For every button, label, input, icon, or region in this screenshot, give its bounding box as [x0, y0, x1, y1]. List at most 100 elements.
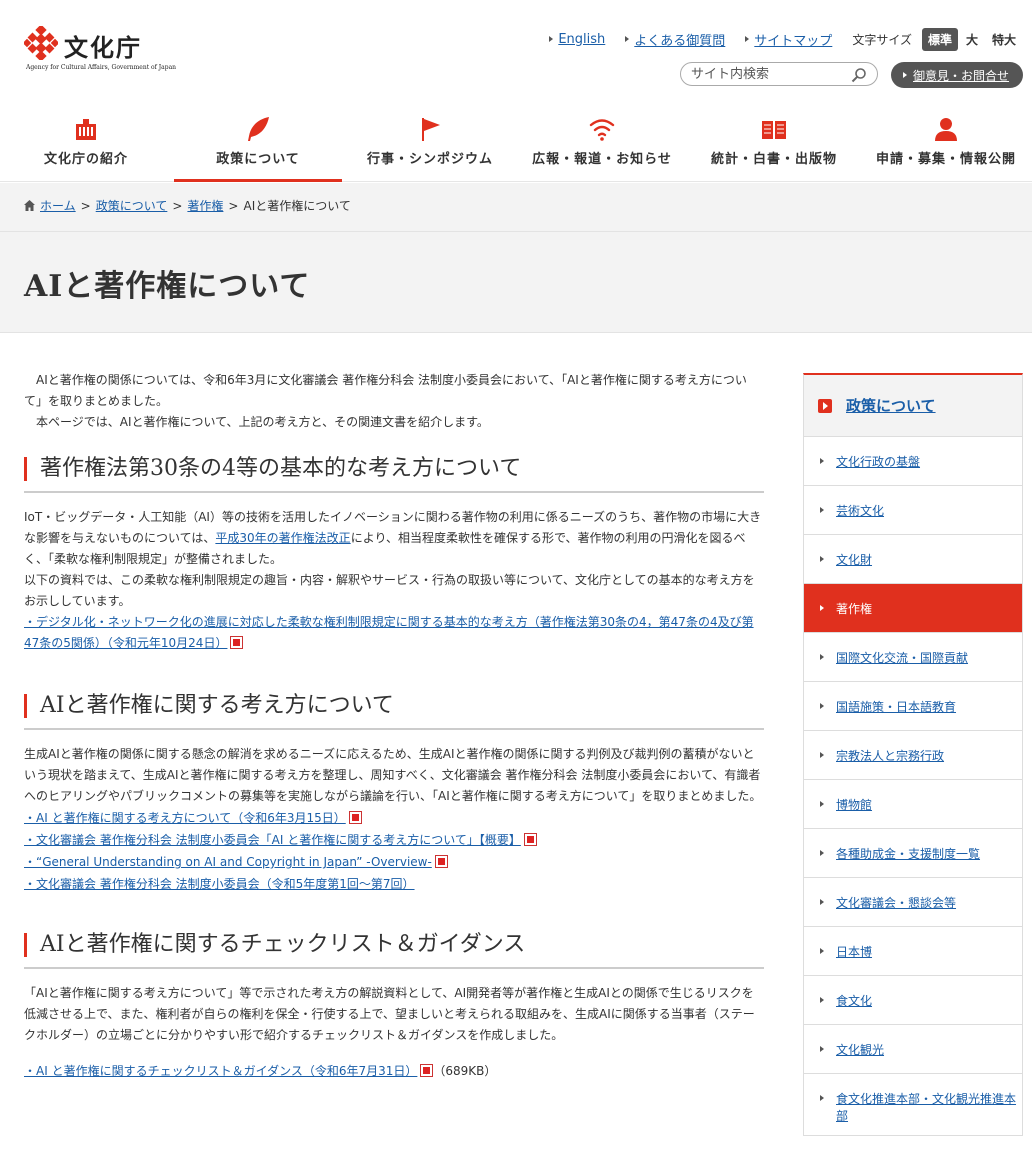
breadcrumb-home[interactable]: ホーム: [40, 197, 76, 214]
triangle-icon: [820, 458, 824, 464]
document-link[interactable]: ・文化審議会 著作権分科会 法制度小委員会（令和5年度第1回～第7回）: [24, 877, 415, 891]
sidebar-link[interactable]: 芸術文化: [836, 502, 884, 519]
sidebar: 政策について 文化行政の基盤 芸術文化 文化財 著作権 国際文化交流・国際貢献 …: [803, 373, 1023, 1136]
section-paragraph: 以下の資料では、この柔軟な権利制限規定の趣旨・内容・解釈やサービス・行為の取扱い…: [24, 573, 755, 608]
site-logo[interactable]: 文化庁 Agency for Cultural Affairs, Governm…: [24, 26, 177, 76]
document-link[interactable]: ・“General Understanding on AI and Copyri…: [24, 855, 432, 869]
pdf-icon: [348, 811, 362, 824]
page-header: ホーム > 政策について > 著作権 > AIと著作権について AIと著作権につ…: [0, 183, 1032, 333]
sidebar-link[interactable]: 食文化推進本部・文化観光推進本部: [836, 1090, 1022, 1124]
document-link[interactable]: ・デジタル化・ネットワーク化の進展に対応した柔軟な権利制限規定に関する基本的な考…: [24, 615, 754, 650]
sidebar-item[interactable]: 日本博: [804, 927, 1022, 976]
document-link[interactable]: ・文化審議会 著作権分科会 法制度小委員会「AI と著作権に関する考え方について…: [24, 833, 521, 847]
logo-mark-icon: [24, 26, 58, 60]
home-icon: [24, 200, 35, 211]
english-link[interactable]: English: [558, 32, 605, 47]
intro-paragraph: 本ページでは、AIと著作権について、上記の考え方と、その関連文書を紹介します。: [24, 415, 489, 429]
sidebar-item[interactable]: 文化観光: [804, 1025, 1022, 1074]
section-title: AIと著作権に関する考え方について: [40, 693, 394, 718]
person-icon: [935, 118, 957, 141]
sidebar-item[interactable]: 食文化: [804, 976, 1022, 1025]
triangle-icon: [820, 801, 824, 807]
sidebar-link[interactable]: 博物館: [836, 796, 872, 813]
document-link-item: ・AI と著作権に関する考え方について（令和6年3月15日）: [24, 807, 764, 829]
nav-label: 申請・募集・情報公開: [875, 152, 1016, 167]
file-size: （689KB）: [433, 1064, 497, 1078]
nav-label: 統計・白書・出版物: [710, 152, 837, 167]
sidebar-link[interactable]: 宗教法人と宗務行政: [836, 747, 944, 764]
section-title: 著作権法第30条の4等の基本的な考え方について: [40, 456, 522, 481]
sidebar-item[interactable]: 文化行政の基盤: [804, 437, 1022, 486]
triangle-icon: [820, 556, 824, 562]
sidebar-item[interactable]: 各種助成金・支援制度一覧: [804, 829, 1022, 878]
sidebar-item[interactable]: 文化審議会・懇談会等: [804, 878, 1022, 927]
sidebar-link[interactable]: 文化財: [836, 551, 872, 568]
nav-item-applications[interactable]: 申請・募集・情報公開: [860, 108, 1032, 181]
logo-subtitle: Agency for Cultural Affairs, Government …: [26, 64, 177, 71]
sidebar-link[interactable]: 文化審議会・懇談会等: [836, 894, 956, 911]
divider: [0, 231, 1032, 232]
sidebar-item[interactable]: 博物館: [804, 780, 1022, 829]
sidebar-item[interactable]: 文化財: [804, 535, 1022, 584]
document-link[interactable]: ・AI と著作権に関する考え方について（令和6年3月15日）: [24, 811, 346, 825]
sidebar-link[interactable]: 日本博: [836, 943, 872, 960]
font-size-standard-button[interactable]: 標準: [921, 27, 958, 51]
nav-item-about[interactable]: 文化庁の紹介: [0, 108, 172, 181]
triangle-icon: [903, 72, 907, 78]
logo-text: 文化庁: [64, 33, 142, 62]
sidebar-link[interactable]: 文化行政の基盤: [836, 453, 920, 470]
triangle-icon: [820, 507, 824, 513]
document-link[interactable]: ・AI と著作権に関するチェックリスト＆ガイダンス（令和6年7月31日）: [24, 1064, 417, 1078]
sidebar-item[interactable]: 国際文化交流・国際貢献: [804, 633, 1022, 682]
sitemap-link[interactable]: サイトマップ: [754, 30, 832, 49]
pdf-icon: [420, 1064, 434, 1077]
intro-paragraph: AIと著作権の関係については、令和6年3月に文化審議会 著作権分科会 法制度小委…: [24, 373, 747, 408]
sidebar-heading-link[interactable]: 政策について: [846, 395, 936, 416]
font-size-label: 文字サイズ: [852, 32, 912, 47]
contact-button[interactable]: 御意見・お問合せ: [891, 62, 1023, 88]
play-icon: [818, 398, 832, 413]
section-title: AIと著作権に関するチェックリスト＆ガイダンス: [40, 932, 526, 957]
sidebar-item[interactable]: 宗教法人と宗務行政: [804, 731, 1022, 780]
triangle-icon: [820, 1046, 824, 1052]
breadcrumb-policy[interactable]: 政策について: [96, 197, 168, 214]
sidebar-link[interactable]: 食文化: [836, 992, 872, 1009]
sidebar-link[interactable]: 国際文化交流・国際貢献: [836, 649, 968, 666]
sidebar-item[interactable]: 食文化推進本部・文化観光推進本部: [804, 1074, 1022, 1136]
triangle-icon: [820, 899, 824, 905]
breadcrumb-separator: >: [80, 198, 91, 213]
sidebar-item[interactable]: 国語施策・日本語教育: [804, 682, 1022, 731]
nav-item-publications[interactable]: 統計・白書・出版物: [688, 108, 860, 181]
section-heading: 著作権法第30条の4等の基本的な考え方について: [24, 455, 764, 493]
triangle-icon: [549, 36, 554, 42]
book-icon: [762, 121, 786, 139]
font-size-large-button[interactable]: 大: [960, 28, 984, 51]
search-input[interactable]: [691, 66, 841, 82]
section-heading: AIと著作権に関するチェックリスト＆ガイダンス: [24, 931, 764, 969]
sidebar-link[interactable]: 文化観光: [836, 1041, 884, 1058]
sidebar-link[interactable]: 著作権: [836, 600, 872, 617]
pdf-icon: [230, 636, 244, 649]
triangle-icon: [820, 703, 824, 709]
search-icon[interactable]: [851, 67, 867, 83]
triangle-icon: [745, 36, 750, 42]
law-revision-link[interactable]: 平成30年の著作権法改正: [215, 531, 350, 545]
nav-item-events[interactable]: 行事・シンポジウム: [344, 108, 516, 181]
site-search: [680, 62, 878, 86]
pdf-icon: [434, 855, 448, 868]
contact-button-label: 御意見・お問合せ: [913, 68, 1010, 83]
sidebar-item[interactable]: 芸術文化: [804, 486, 1022, 535]
sidebar-item-active[interactable]: 著作権: [804, 584, 1022, 633]
breadcrumb-copyright[interactable]: 著作権: [187, 197, 223, 214]
sidebar-heading: 政策について: [804, 375, 1022, 437]
nav-label: 文化庁の紹介: [43, 152, 128, 167]
sidebar-link[interactable]: 各種助成金・支援制度一覧: [836, 845, 980, 862]
nav-item-press[interactable]: 広報・報道・お知らせ: [516, 108, 688, 181]
sidebar-link[interactable]: 国語施策・日本語教育: [836, 698, 956, 715]
intro: AIと著作権の関係については、令和6年3月に文化審議会 著作権分科会 法制度小委…: [24, 370, 764, 433]
faq-link[interactable]: よくある御質問: [634, 30, 725, 49]
font-size-xlarge-button[interactable]: 特大: [986, 28, 1022, 51]
nav-item-policy[interactable]: 政策について: [172, 108, 344, 182]
building-icon: [74, 119, 98, 140]
nav-label: 政策について: [216, 152, 300, 167]
